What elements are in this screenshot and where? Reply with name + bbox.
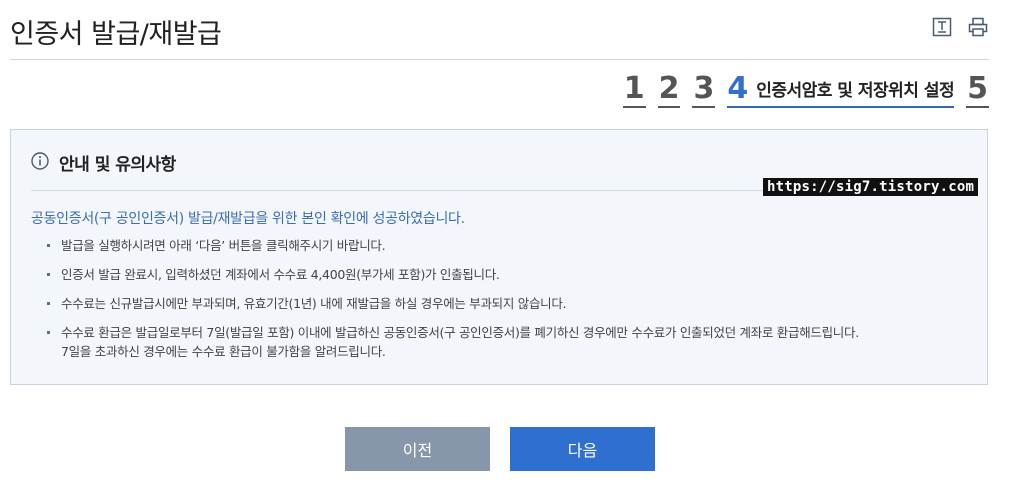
notice-item-line-2: 7일을 초과하신 경우에는 수수료 환급이 불가함을 알려드립니다. bbox=[61, 344, 386, 359]
notice-item: 인증서 발급 완료시, 입력하셨던 계좌에서 수수료 4,400원(부가세 포함… bbox=[47, 265, 967, 284]
notice-item: 수수료는 신규발급시에만 부과되며, 유효기간(1년) 내에 재발급을 하실 경… bbox=[47, 294, 967, 313]
step-2: 2 bbox=[657, 71, 681, 108]
notice-list: 발급을 실행하시려면 아래 ‘다음’ 버튼을 클릭해주시기 바랍니다. 인증서 … bbox=[47, 236, 967, 371]
notice-header: 안내 및 유의사항 bbox=[31, 150, 176, 175]
watermark-text: https://sig7.tistory.com bbox=[763, 178, 979, 196]
notice-lead-text: 공동인증서(구 공인인증서) 발급/재발급을 위한 본인 확인에 성공하였습니다… bbox=[31, 211, 465, 227]
print-icon[interactable] bbox=[967, 16, 989, 38]
step-4-current: 4 인증서암호 및 저장위치 설정 bbox=[727, 71, 955, 108]
step-indicator: 1 2 3 4 인증서암호 및 저장위치 설정 5 bbox=[622, 71, 989, 108]
page-title: 인증서 발급/재발급 bbox=[10, 19, 222, 50]
info-icon bbox=[31, 151, 49, 174]
prev-button[interactable]: 이전 bbox=[345, 427, 490, 471]
next-button[interactable]: 다음 bbox=[510, 427, 655, 471]
notice-box: 안내 및 유의사항 https://sig7.tistory.com 공동인증서… bbox=[10, 129, 988, 385]
step-1: 1 bbox=[622, 71, 646, 108]
step-5: 5 bbox=[966, 71, 989, 108]
toolbar bbox=[931, 16, 989, 38]
header-divider bbox=[10, 59, 989, 60]
step-3: 3 bbox=[692, 71, 716, 108]
notice-item-line-1: 수수료 환급은 발급일로부터 7일(발급일 포함) 이내에 발급하신 공동인증서… bbox=[61, 325, 859, 340]
notice-item: 수수료 환급은 발급일로부터 7일(발급일 포함) 이내에 발급하신 공동인증서… bbox=[47, 323, 967, 361]
step-4-label: 인증서암호 및 저장위치 설정 bbox=[756, 81, 955, 101]
notice-item: 발급을 실행하시려면 아래 ‘다음’ 버튼을 클릭해주시기 바랍니다. bbox=[47, 236, 967, 255]
step-4-number: 4 bbox=[727, 71, 749, 106]
download-icon[interactable] bbox=[931, 16, 953, 38]
notice-title: 안내 및 유의사항 bbox=[59, 155, 176, 175]
